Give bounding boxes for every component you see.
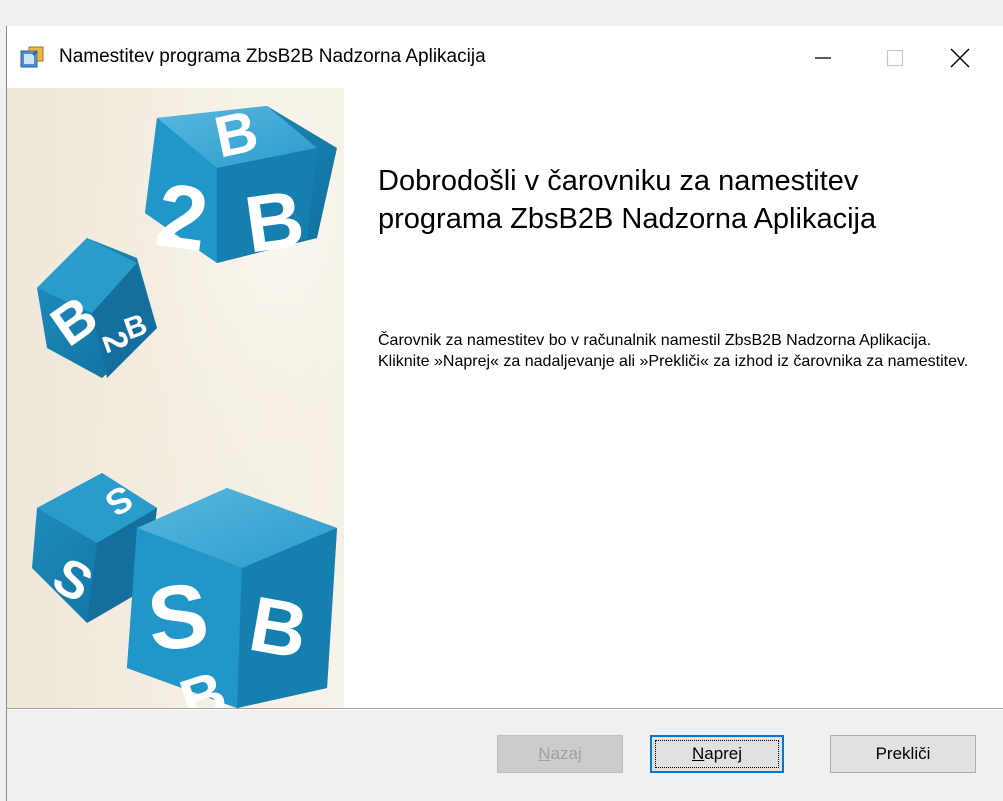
- cube-letter: B: [240, 173, 310, 269]
- title-bar[interactable]: Namestitev programa ZbsB2B Nadzorna Apli…: [7, 26, 1003, 88]
- back-button-label: azaj: [550, 744, 582, 763]
- installer-icon: [20, 46, 44, 68]
- next-button[interactable]: Naprej: [650, 735, 784, 773]
- minimize-button[interactable]: [803, 44, 843, 72]
- close-button[interactable]: [940, 44, 980, 72]
- welcome-heading: Dobrodošli v čarovniku za namestitev pro…: [378, 165, 877, 235]
- b2b-cubes-illustration: B 2 B B 2 B S S S B B: [7, 88, 344, 708]
- window-title: Namestitev programa ZbsB2B Nadzorna Apli…: [59, 46, 486, 67]
- back-button-accel: N: [538, 744, 551, 763]
- close-icon: [950, 48, 970, 68]
- minimize-icon: [815, 57, 831, 59]
- welcome-description: Čarovnik za namestitev bo v računalnik n…: [378, 332, 969, 370]
- wizard-content: Dobrodošli v čarovniku za namestitev pro…: [344, 88, 1003, 708]
- bottom-cube: S B B: [127, 488, 337, 708]
- cancel-button[interactable]: Prekliči: [830, 735, 976, 773]
- maximize-icon: [886, 49, 904, 67]
- maximize-button: [875, 44, 915, 72]
- installer-window: Namestitev programa ZbsB2B Nadzorna Apli…: [6, 26, 1003, 801]
- cube-letter: S: [143, 565, 213, 671]
- wizard-footer: Nazaj Naprej Prekliči: [7, 710, 1003, 801]
- back-button[interactable]: Nazaj: [497, 735, 623, 773]
- cancel-button-label: Prekliči: [875, 744, 931, 763]
- focus-rectangle: [655, 740, 779, 768]
- wizard-banner-image: B 2 B B 2 B S S S B B: [7, 88, 344, 708]
